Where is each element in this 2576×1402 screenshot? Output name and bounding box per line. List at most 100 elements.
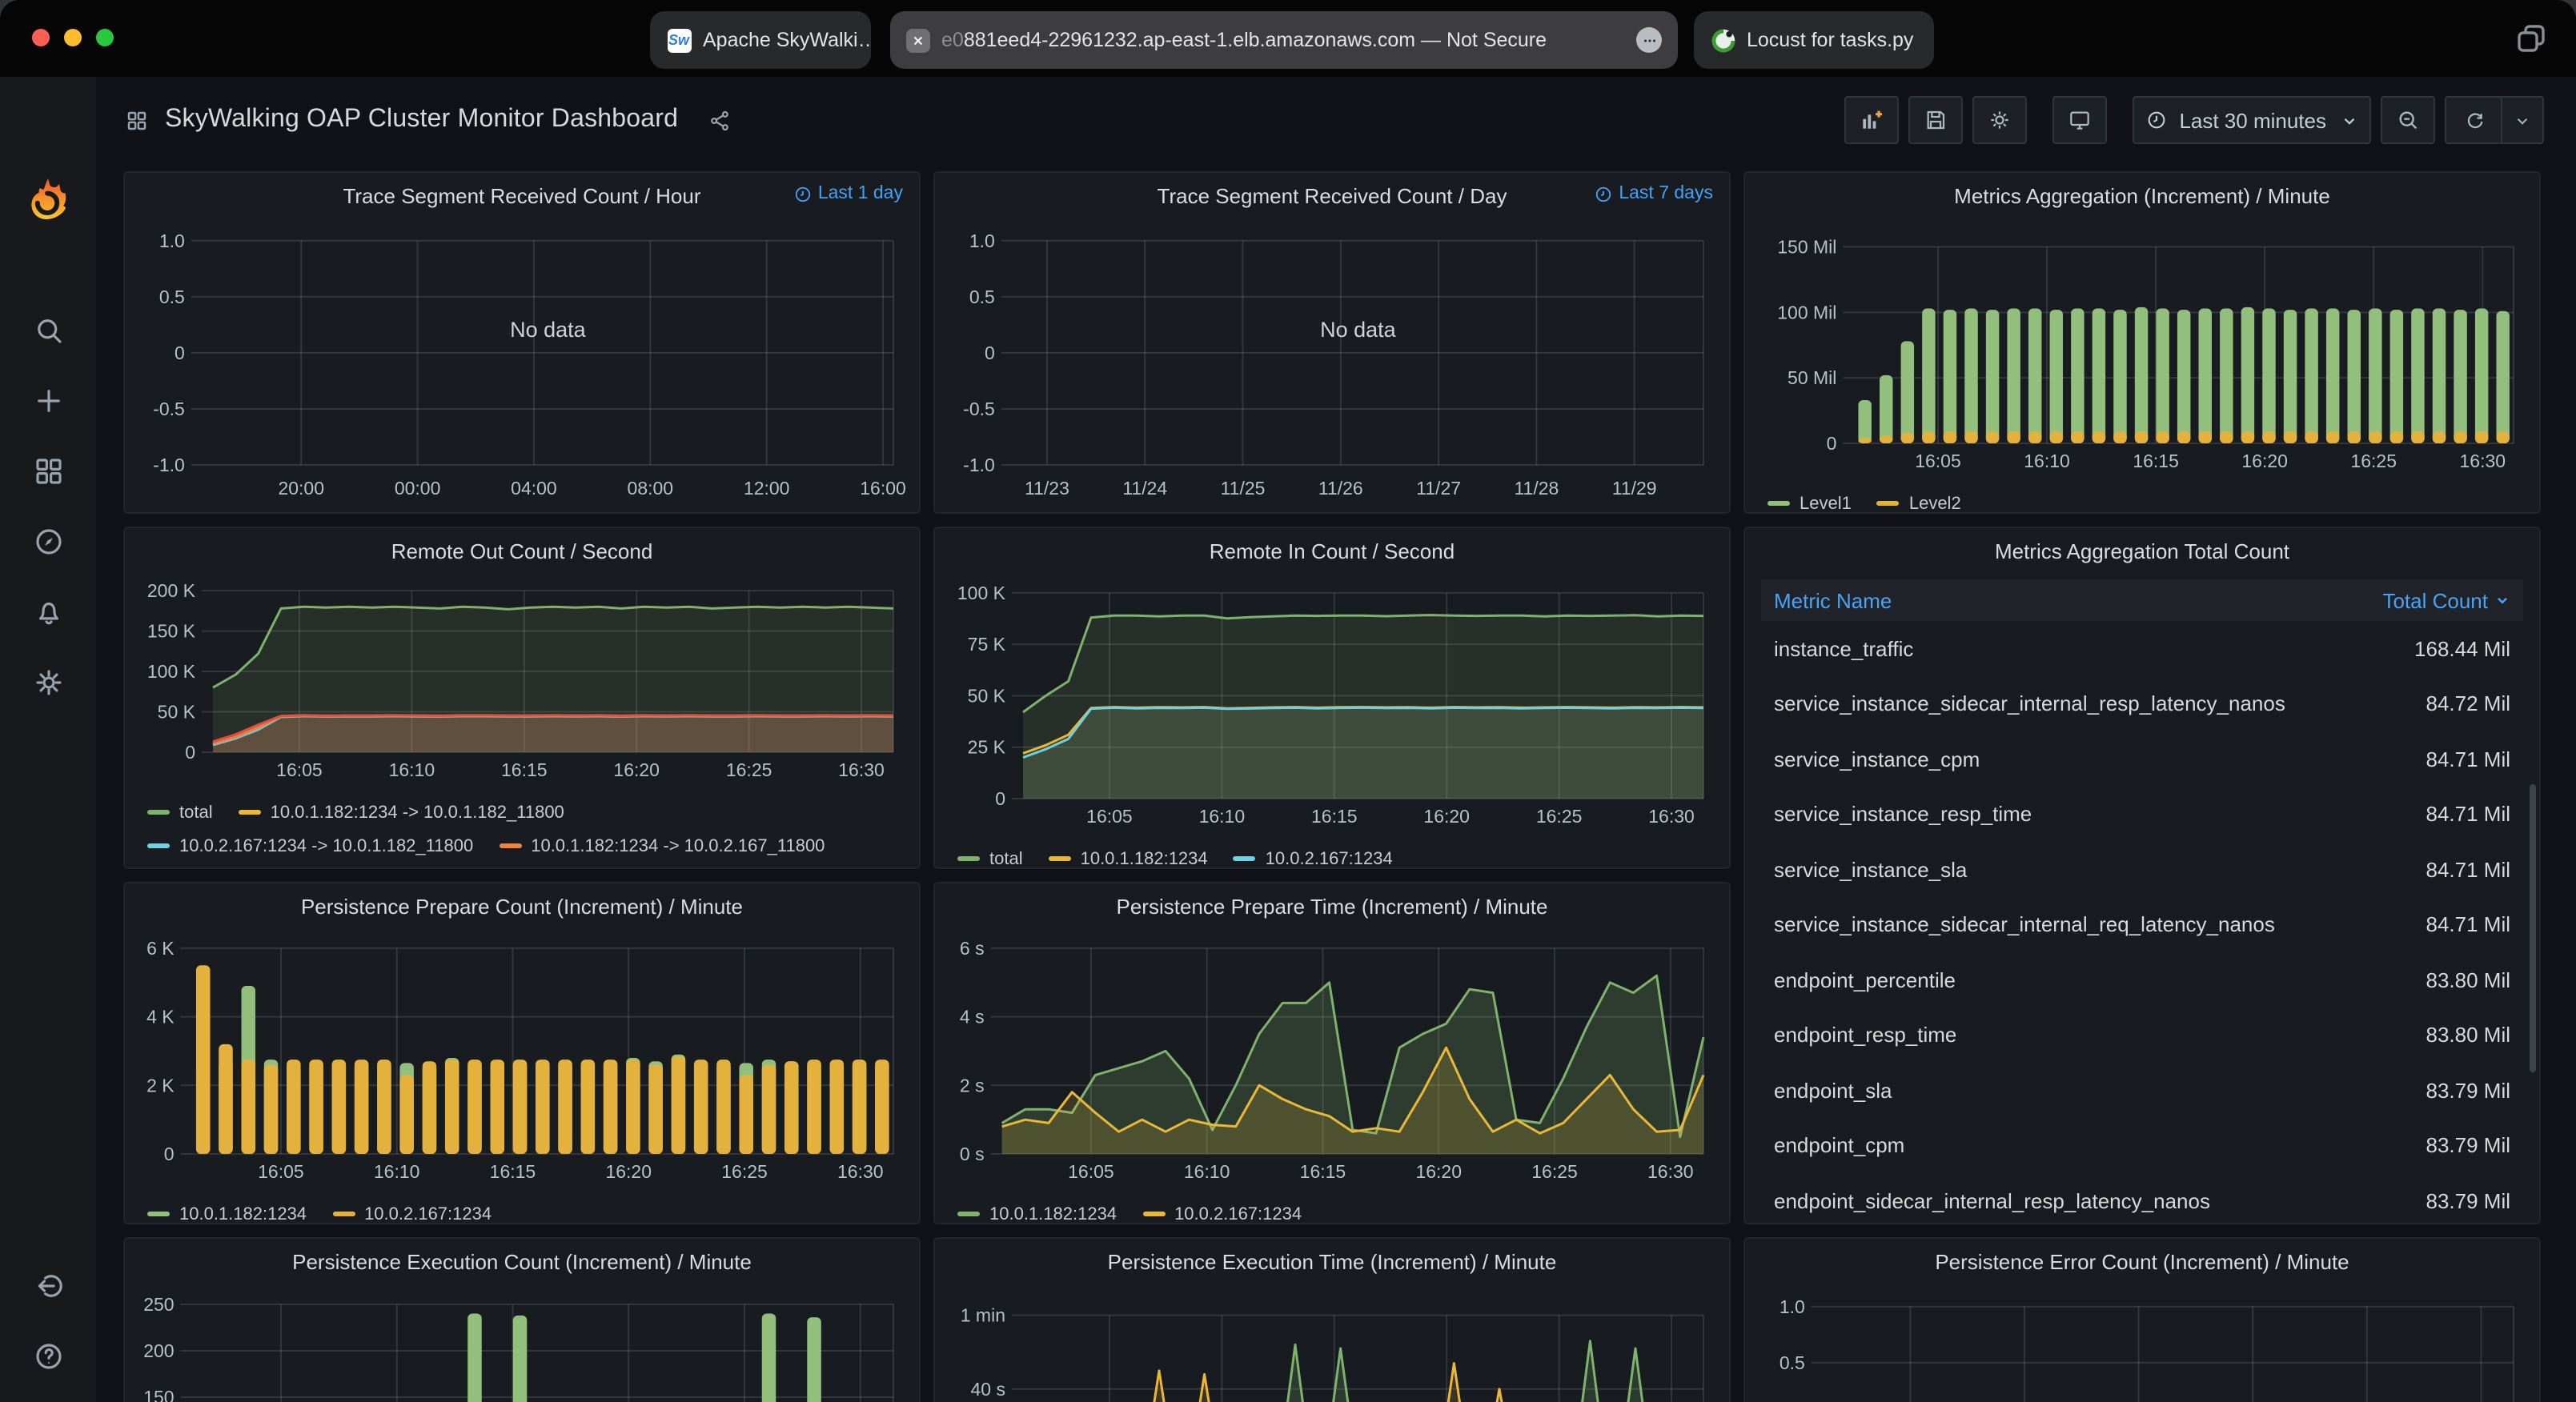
panel-chart: 1.00.50-0.5-1.011/2311/2411/2511/2611/27… [935,218,1729,511]
panel-title[interactable]: Remote In Count / Second [1210,539,1455,563]
dashboard-grid-icon[interactable] [125,108,149,132]
panel-title[interactable]: Trace Segment Received Count / Day [1158,183,1507,207]
time-range-picker[interactable]: Last 30 minutes [2133,96,2371,144]
panel-chart: 1 min40 s20 s0 s16:0516:1016:1516:2016:2… [935,1284,1729,1402]
panel-title[interactable]: Persistence Execution Count (Increment) … [292,1249,752,1273]
cycle-view-mode-button[interactable] [2052,96,2107,144]
save-dashboard-button[interactable] [1908,96,1963,144]
sidebar-item-explore[interactable] [31,525,65,559]
skywalking-favicon: Sw [666,27,692,53]
browser-tab-skywalking[interactable]: SwApache SkyWalki… [650,11,871,69]
url-dim-prefix: e0 [941,29,964,51]
panel-title[interactable]: Remote Out Count / Second [391,539,653,563]
svg-text:11/25: 11/25 [1221,478,1266,499]
svg-text:250: 250 [143,1294,174,1315]
svg-text:-1.0: -1.0 [153,455,185,475]
legend-item[interactable]: 10.0.1.182:1234 [957,1197,1117,1224]
tab-close-button[interactable] [906,28,930,52]
legend-item[interactable]: Level2 [1877,487,1961,514]
sidebar-item-sign-out[interactable] [31,1269,65,1303]
svg-text:0: 0 [1827,433,1837,454]
close-window-button[interactable] [32,29,50,46]
browser-tab-grafana[interactable]: e0881eed4-22961232.ap-east-1.elb.amazona… [890,11,1678,69]
svg-text:4 K: 4 K [146,1007,175,1027]
zoom-window-button[interactable] [96,29,114,46]
svg-text:16:20: 16:20 [613,759,660,780]
legend-item[interactable]: 10.0.2.167:1234 -> 10.0.1.182_11800 [147,829,473,863]
svg-text:11/24: 11/24 [1122,478,1167,499]
legend-item[interactable]: 10.0.2.167:1234 [1142,1197,1302,1224]
legend-item[interactable]: 10.0.1.182:1234 -> 10.0.2.167_11800 [499,829,825,863]
page-title[interactable]: SkyWalking OAP Cluster Monitor Dashboard [165,106,678,134]
svg-text:11/29: 11/29 [1612,478,1657,499]
refresh-button-group [2445,96,2544,144]
svg-text:16:05: 16:05 [1068,1161,1114,1182]
site-info-button[interactable] [1636,27,1662,53]
panel-title[interactable]: Persistence Prepare Time (Increment) / M… [1117,894,1548,918]
panel-title[interactable]: Persistence Prepare Count (Increment) / … [301,894,743,918]
tab-title: Locust for tasks.py [1747,29,1913,51]
sidebar-item-dashboards[interactable] [31,455,65,488]
svg-text:0: 0 [175,342,185,363]
sidebar-item-search[interactable] [31,314,65,347]
sidebar-item-configuration[interactable] [31,666,65,699]
panel-time-link[interactable]: Last 7 days [1595,184,1713,203]
panel-title[interactable]: Metrics Aggregation Total Count [1995,539,2289,563]
monitor-icon [2067,107,2092,133]
column-header-metric-name[interactable]: Metric Name [1774,588,1892,612]
tab-overview-button[interactable] [2512,19,2550,58]
screen: SwApache SkyWalki… e0881eed4-22961232.ap-… [0,0,2576,1402]
panel-metrics-aggregation: Metrics Aggregation (Increment) / Minute… [1743,171,2541,514]
svg-text:0.5: 0.5 [969,286,995,307]
legend-item[interactable]: total [957,842,1023,869]
zoom-out-time-button[interactable] [2381,96,2435,144]
panel-title[interactable]: Persistence Execution Time (Increment) /… [1108,1249,1557,1273]
sidebar-nav-bottom [0,1269,96,1373]
table-row: service_instance_sla 84.71 Mil [1761,842,2523,897]
dashboard-settings-button[interactable] [1972,96,2027,144]
panel-title[interactable]: Trace Segment Received Count / Hour [343,183,700,207]
dashboard-header: SkyWalking OAP Cluster Monitor Dashboard [96,77,2576,163]
total-count-cell: 84.71 Mil [2426,858,2511,882]
legend-item[interactable]: 10.0.2.167:1234 [1234,842,1393,869]
panel-title[interactable]: Persistence Error Count (Increment) / Mi… [1935,1249,2349,1273]
svg-text:1.0: 1.0 [969,230,995,251]
svg-text:1.0: 1.0 [1780,1296,1805,1317]
browser-tab-locust[interactable]: Locust for tasks.py [1694,11,1934,69]
refresh-button[interactable] [2446,98,2501,142]
sidebar-item-create[interactable] [31,384,65,418]
column-header-total-count[interactable]: Total Count [2382,588,2510,612]
minimize-window-button[interactable] [64,29,82,46]
share-icon[interactable] [707,108,731,132]
svg-text:16:25: 16:25 [2350,451,2397,471]
svg-text:0.5: 0.5 [1780,1352,1805,1373]
sidebar-item-alerting[interactable] [31,595,65,629]
panel-legend: total 10.0.1.182:1234 10.0.2.167:1234 [935,839,1729,869]
svg-text:16:15: 16:15 [501,759,548,780]
legend-item[interactable]: total [147,795,213,829]
window-titlebar: SwApache SkyWalki… e0881eed4-22961232.ap-… [0,0,2576,77]
legend-item[interactable]: 10.0.2.167:1234 -> 10.0.2.167_11800 [147,863,473,869]
legend-item[interactable]: 10.0.2.167:1234 [332,1197,492,1224]
legend-item[interactable]: 10.0.1.182:1234 -> 10.0.1.182_11800 [239,795,564,829]
panel-time-link[interactable]: Last 1 day [794,184,903,203]
refresh-interval-button[interactable] [2501,98,2542,142]
panel-title[interactable]: Metrics Aggregation (Increment) / Minute [1954,183,2330,207]
panel-trace-hour: Trace Segment Received Count / Hour Last … [123,171,921,514]
legend-item[interactable]: Level1 [1767,487,1852,514]
metric-name-cell: service_instance_sla [1774,858,1967,882]
legend-label: 10.0.2.167:1234 [1174,1204,1302,1224]
panel-header: Persistence Prepare Time (Increment) / M… [935,883,1729,928]
add-panel-button[interactable] [1844,96,1899,144]
table-scrollbar[interactable] [2530,784,2536,1072]
metric-name-cell: endpoint_resp_time [1774,1023,1956,1047]
grafana-logo[interactable] [24,176,72,224]
help-icon [31,1340,65,1373]
legend-item[interactable]: 10.0.1.182:1234 [147,1197,307,1224]
total-count-cell: 84.71 Mil [2426,913,2511,937]
panel-chart: 100 K75 K50 K25 K016:0516:1016:1516:2016… [935,573,1729,839]
panel-persistence-execution-count: Persistence Execution Count (Increment) … [123,1237,921,1402]
sidebar-item-help[interactable] [31,1340,65,1373]
legend-item[interactable]: 10.0.1.182:1234 [1049,842,1208,869]
svg-text:75 K: 75 K [968,634,1006,655]
